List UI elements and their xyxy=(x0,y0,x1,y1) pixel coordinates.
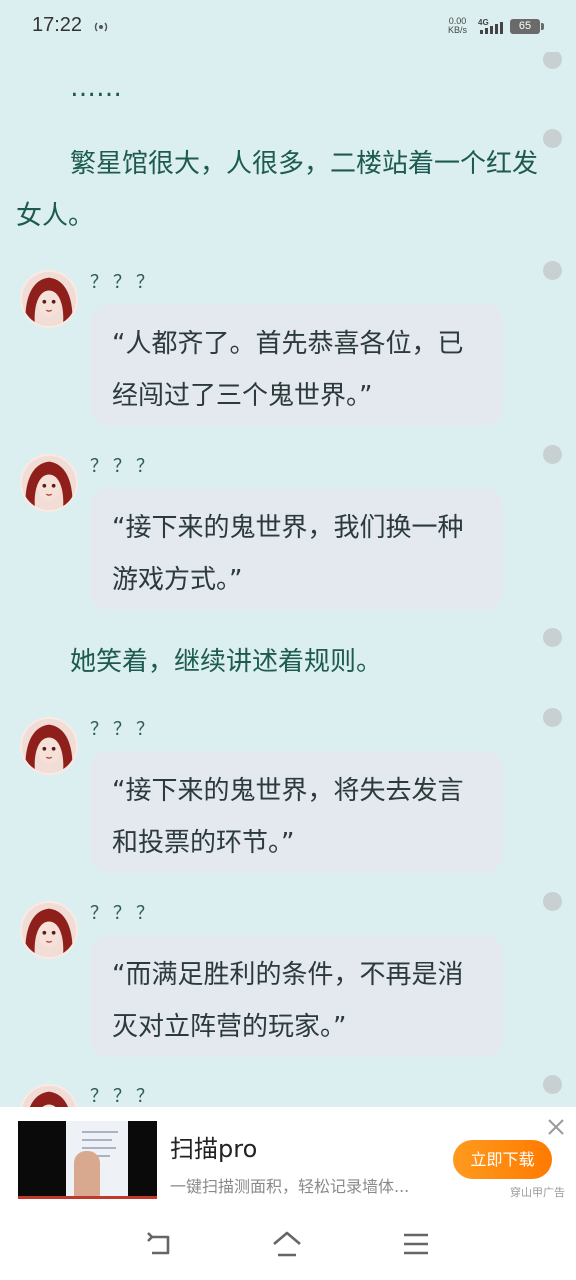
ad-thumbnail[interactable] xyxy=(18,1121,157,1199)
paragraph-comment-dot[interactable] xyxy=(543,52,562,69)
narration-paragraph: …… xyxy=(70,73,122,103)
speaker-avatar[interactable] xyxy=(20,1084,78,1107)
paragraph-comment-dot[interactable] xyxy=(543,261,562,280)
ad-thumbnail-line xyxy=(82,1131,118,1133)
menu-icon[interactable] xyxy=(400,1229,432,1259)
dialog-bubble: “接下来的鬼世界，我们换一种游戏方式。” xyxy=(90,488,503,610)
narration-paragraph: 繁星馆很大，人很多，二楼站着一个红发女人。 xyxy=(16,149,539,231)
net-speed: 0.00 KB/s xyxy=(448,17,467,35)
speaker-name: ？？？ xyxy=(90,1086,159,1107)
dialog-bubble: “接下来的鬼世界，将失去发言和投票的环节。” xyxy=(90,751,503,873)
status-bar: 17:22 0.00 KB/s 4G 65 xyxy=(0,0,576,52)
ad-banner[interactable]: 扫描pro 一键扫描测面积，轻松记录墙体... 立即下载 穿山甲广告 xyxy=(0,1107,576,1207)
close-icon[interactable] xyxy=(546,1117,566,1137)
paragraph-comment-dot[interactable] xyxy=(543,628,562,647)
speaker-name: ？？？ xyxy=(90,456,159,477)
avatar-image xyxy=(22,272,76,326)
navigation-bar xyxy=(0,1207,576,1280)
speaker-name: ？？？ xyxy=(90,272,159,293)
speaker-avatar[interactable] xyxy=(20,901,78,959)
ad-title[interactable]: 扫描pro xyxy=(170,1129,257,1164)
hotspot-icon xyxy=(94,22,108,32)
paragraph-comment-dot[interactable] xyxy=(543,708,562,727)
avatar-image xyxy=(22,719,76,773)
ad-source-label: 穿山甲广告 xyxy=(510,1186,565,1199)
ad-description[interactable]: 一键扫描测面积，轻松记录墙体... xyxy=(170,1173,432,1197)
paragraph-comment-dot[interactable] xyxy=(543,445,562,464)
paragraph-comment-dot[interactable] xyxy=(543,1075,562,1094)
ad-thumbnail-line xyxy=(82,1139,112,1141)
ad-thumbnail-line xyxy=(82,1147,116,1149)
avatar-image xyxy=(22,1086,76,1107)
avatar-image xyxy=(22,903,76,957)
status-time: 17:22 xyxy=(32,14,83,36)
ad-download-button[interactable]: 立即下载 xyxy=(453,1140,552,1179)
network-type: 4G xyxy=(478,18,489,27)
net-speed-unit: KB/s xyxy=(448,25,468,35)
paragraph-comment-dot[interactable] xyxy=(543,892,562,911)
speaker-name: ？？？ xyxy=(90,719,159,740)
signal-icon: 4G xyxy=(478,18,503,34)
battery-indicator: 65 xyxy=(510,19,544,34)
speaker-avatar[interactable] xyxy=(20,454,78,512)
ad-thumbnail-hand xyxy=(74,1151,100,1199)
speaker-name: ？？？ xyxy=(90,903,159,924)
back-icon[interactable] xyxy=(144,1229,176,1259)
reader-content[interactable]: …… 繁星馆很大，人很多，二楼站着一个红发女人。 ？？？ “人都齐了。首先恭喜各… xyxy=(0,52,576,1107)
dialog-bubble: “人都齐了。首先恭喜各位，已经闯过了三个鬼世界。” xyxy=(90,304,503,426)
dialog-bubble: “而满足胜利的条件，不再是消灭对立阵营的玩家。” xyxy=(90,935,503,1057)
speaker-avatar[interactable] xyxy=(20,717,78,775)
home-icon[interactable] xyxy=(271,1229,303,1259)
ad-progress-bar xyxy=(18,1196,157,1199)
avatar-image xyxy=(22,456,76,510)
narration-paragraph: 她笑着，继续讲述着规则。 xyxy=(70,647,383,677)
speaker-avatar[interactable] xyxy=(20,270,78,328)
